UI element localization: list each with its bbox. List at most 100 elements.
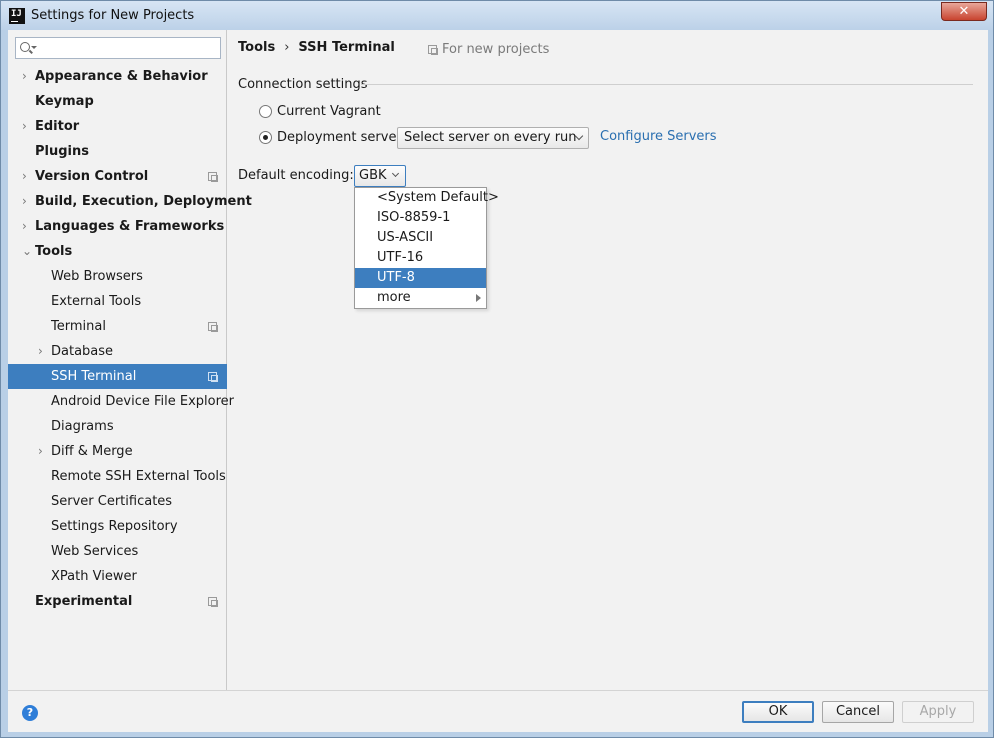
sidebar-item-label: Diagrams: [51, 419, 114, 434]
encoding-option[interactable]: more: [355, 288, 486, 308]
chevron-down-icon: [391, 169, 400, 178]
title-bar: IJ Settings for New Projects ✕: [1, 1, 993, 30]
scope-indicator: For new projects: [428, 42, 549, 57]
sidebar-item-tools[interactable]: ⌄ Tools: [8, 239, 227, 264]
sidebar-item-label: Settings Repository: [51, 519, 178, 534]
sidebar-item-label: Remote SSH External Tools: [51, 469, 226, 484]
encoding-option-label: <System Default>: [377, 190, 499, 205]
dialog-body: › Appearance & Behavior Keymap › Editor Plugi…: [8, 30, 988, 732]
breadcrumb-separator: ›: [284, 40, 290, 55]
sidebar-item-label: XPath Viewer: [51, 569, 137, 584]
chevron-right-icon[interactable]: ›: [22, 189, 32, 214]
sidebar-item-label: Build, Execution, Deployment: [35, 194, 252, 209]
section-divider: [361, 84, 973, 85]
sidebar-item-plugins[interactable]: Plugins: [8, 139, 227, 164]
encoding-option-label: UTF-16: [377, 250, 424, 265]
settings-search-box[interactable]: [15, 37, 221, 59]
sidebar-item-label: Experimental: [35, 594, 133, 609]
encoding-option-label: US-ASCII: [377, 230, 434, 245]
chevron-right-icon[interactable]: ›: [22, 164, 32, 189]
cancel-button[interactable]: Cancel: [822, 701, 894, 723]
sidebar-item-remote-ssh-external-tools[interactable]: Remote SSH External Tools: [8, 464, 227, 489]
chevron-right-icon[interactable]: ›: [38, 339, 48, 364]
encoding-option[interactable]: UTF-8: [355, 268, 486, 288]
encoding-option[interactable]: ISO-8859-1: [355, 208, 486, 228]
copy-icon: [208, 372, 218, 382]
encoding-option-label: ISO-8859-1: [377, 210, 451, 225]
search-icon: [20, 42, 30, 52]
sidebar-item-label: Version Control: [35, 169, 149, 184]
encoding-option[interactable]: <System Default>: [355, 188, 499, 208]
deployment-server-value: Select server on every run: [404, 130, 577, 145]
sidebar-item-diff-merge[interactable]: › Diff & Merge: [8, 439, 227, 464]
sidebar-item-label: Android Device File Explorer: [51, 394, 234, 409]
search-options-dropdown-icon[interactable]: [31, 46, 37, 49]
sidebar-item-ssh-terminal[interactable]: SSH Terminal: [8, 364, 227, 389]
sidebar-item-label: Diff & Merge: [51, 444, 133, 459]
default-encoding-select[interactable]: GBK: [354, 165, 406, 187]
settings-search-input[interactable]: [40, 39, 218, 57]
encoding-option[interactable]: UTF-16: [355, 248, 486, 268]
copy-icon: [208, 172, 218, 182]
sidebar-item-label: SSH Terminal: [51, 369, 137, 384]
copy-icon: [208, 322, 218, 332]
current-vagrant-label: Current Vagrant: [277, 104, 381, 119]
sidebar-item-web-services[interactable]: Web Services: [8, 539, 227, 564]
sidebar-item-server-certificates[interactable]: Server Certificates: [8, 489, 227, 514]
sidebar-item-label: Languages & Frameworks: [35, 219, 225, 234]
sidebar-item-label: Database: [51, 344, 114, 359]
dialog-footer: ? OK Cancel Apply: [8, 690, 988, 732]
submenu-arrow-icon: [476, 294, 481, 302]
sidebar-item-android-device-file-explorer[interactable]: Android Device File Explorer: [8, 389, 234, 414]
sidebar-item-label: Tools: [35, 244, 73, 259]
sidebar-item-label: Appearance & Behavior: [35, 69, 208, 84]
sidebar-item-settings-repository[interactable]: Settings Repository: [8, 514, 227, 539]
sidebar-item-diagrams[interactable]: Diagrams: [8, 414, 227, 439]
copy-icon: [208, 597, 218, 607]
settings-tree: › Appearance & Behavior Keymap › Editor Plugi…: [8, 64, 252, 614]
sidebar-item-label: Editor: [35, 119, 80, 134]
sidebar-item-build-execution-deployment[interactable]: › Build, Execution, Deployment: [8, 189, 252, 214]
breadcrumb-current: SSH Terminal: [298, 40, 395, 55]
deployment-server-label: Deployment server: [277, 130, 402, 145]
ok-button[interactable]: OK: [742, 701, 814, 723]
sidebar-item-appearance-behavior[interactable]: › Appearance & Behavior: [8, 64, 227, 89]
sidebar-item-database[interactable]: › Database: [8, 339, 227, 364]
sidebar-item-version-control[interactable]: › Version Control: [8, 164, 227, 189]
deployment-server-select[interactable]: Select server on every run: [397, 127, 589, 149]
encoding-option-label: UTF-8: [377, 270, 415, 285]
close-button[interactable]: ✕: [941, 2, 987, 21]
sidebar-item-experimental[interactable]: Experimental: [8, 589, 227, 614]
sidebar-item-editor[interactable]: › Editor: [8, 114, 227, 139]
deployment-server-radio[interactable]: [259, 131, 272, 144]
connection-settings-title: Connection settings: [238, 77, 368, 92]
chevron-down-icon[interactable]: ⌄: [22, 239, 32, 264]
sidebar-item-terminal[interactable]: Terminal: [8, 314, 227, 339]
default-encoding-value: GBK: [359, 168, 387, 183]
sidebar-item-external-tools[interactable]: External Tools: [8, 289, 227, 314]
chevron-right-icon[interactable]: ›: [38, 439, 48, 464]
chevron-right-icon[interactable]: ›: [22, 64, 32, 89]
sidebar-item-xpath-viewer[interactable]: XPath Viewer: [8, 564, 227, 589]
chevron-right-icon[interactable]: ›: [22, 114, 32, 139]
sidebar-item-label: Web Browsers: [51, 269, 143, 284]
sidebar-item-label: External Tools: [51, 294, 142, 309]
breadcrumb-parent[interactable]: Tools: [238, 40, 275, 55]
window-title: Settings for New Projects: [31, 8, 195, 23]
sidebar-item-languages-frameworks[interactable]: › Languages & Frameworks: [8, 214, 227, 239]
sidebar-item-web-browsers[interactable]: Web Browsers: [8, 264, 227, 289]
apply-button[interactable]: Apply: [902, 701, 974, 723]
encoding-option[interactable]: US-ASCII: [355, 228, 486, 248]
sidebar-item-label: Web Services: [51, 544, 139, 559]
sidebar-item-label: Terminal: [51, 319, 106, 334]
intellij-logo-icon: IJ: [9, 8, 25, 24]
chevron-right-icon[interactable]: ›: [22, 214, 32, 239]
settings-window: IJ Settings for New Projects ✕ › Appearan…: [0, 0, 994, 738]
sidebar-item-keymap[interactable]: Keymap: [8, 89, 227, 114]
settings-sidebar: › Appearance & Behavior Keymap › Editor Plugi…: [8, 30, 252, 690]
help-icon[interactable]: ?: [22, 705, 38, 721]
breadcrumb: Tools › SSH Terminal: [238, 40, 395, 55]
current-vagrant-radio[interactable]: [259, 105, 272, 118]
sidebar-item-label: Plugins: [35, 144, 89, 159]
configure-servers-link[interactable]: Configure Servers: [600, 129, 717, 144]
